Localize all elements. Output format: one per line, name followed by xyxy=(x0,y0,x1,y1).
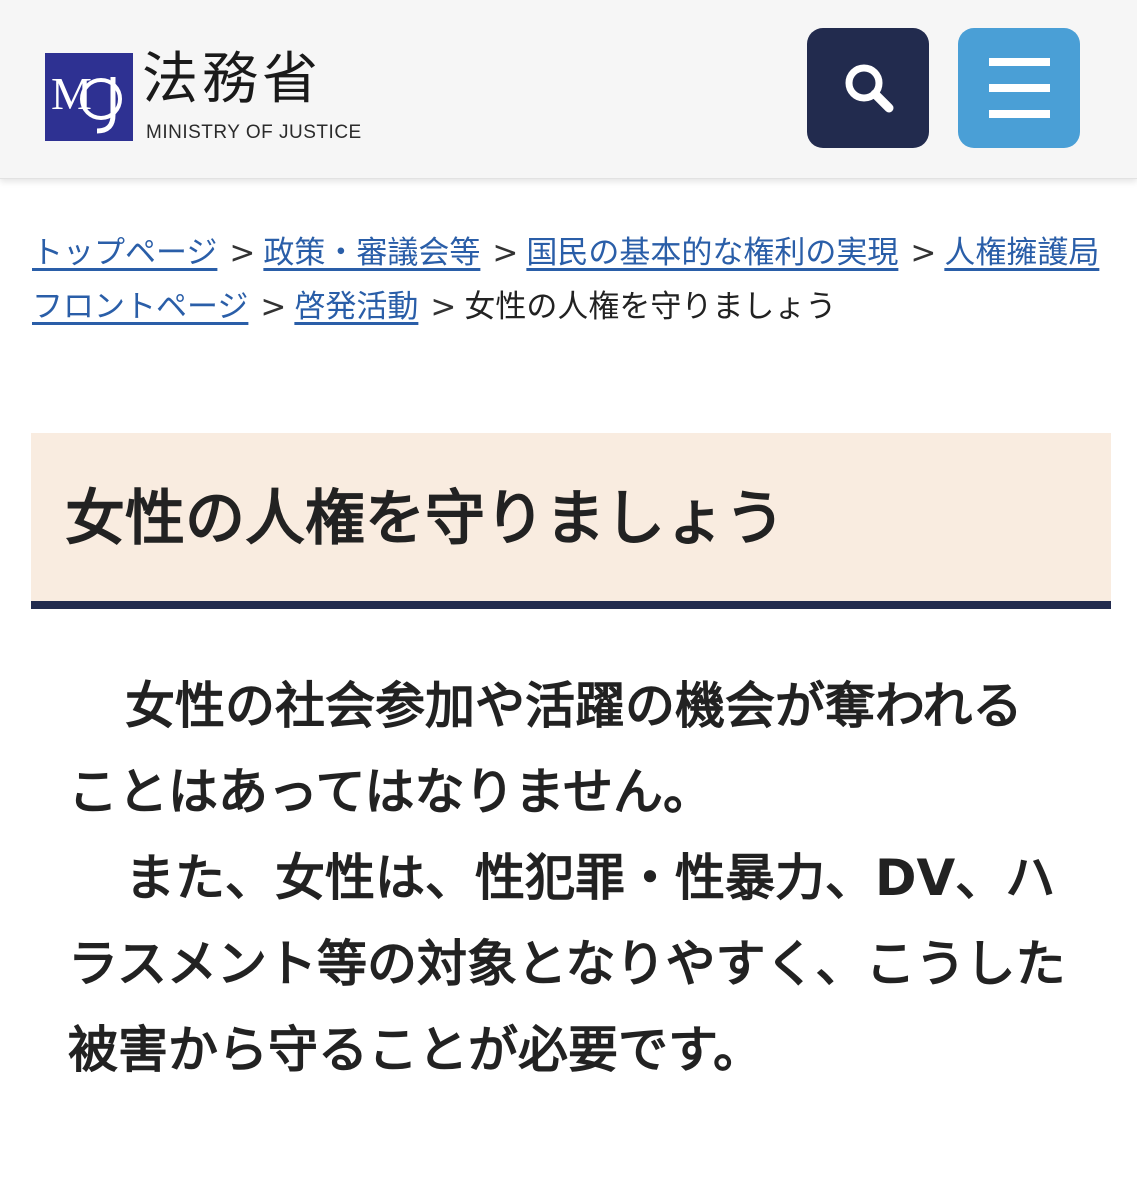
main-content: 女性の社会参加や活躍の機会が奪われることはあってはなりません。 また、女性は、性… xyxy=(68,663,1068,1093)
breadcrumb-link-top[interactable]: トップページ xyxy=(32,235,217,271)
page-title: 女性の人権を守りましょう xyxy=(65,484,785,554)
paragraph: 女性の社会参加や活躍の機会が奪われることはあってはなりません。 xyxy=(68,677,1023,821)
logo-subtitle: MINISTRY OF JUSTICE xyxy=(146,122,362,143)
moj-logo-icon: M xyxy=(45,53,133,141)
logo-title[interactable]: 法務省 xyxy=(142,48,322,112)
breadcrumb-separator: > xyxy=(229,235,256,271)
breadcrumb-link-rights[interactable]: 国民の基本的な権利の実現 xyxy=(526,235,898,271)
breadcrumb-link-policy[interactable]: 政策・審議会等 xyxy=(263,235,480,271)
moj-logo-mark[interactable]: M xyxy=(45,53,133,141)
hamburger-menu-icon xyxy=(989,58,1050,118)
breadcrumb-link-awareness[interactable]: 啓発活動 xyxy=(294,289,418,325)
search-button[interactable] xyxy=(807,28,929,148)
breadcrumb-separator: > xyxy=(910,235,937,271)
search-icon xyxy=(845,64,894,113)
site-header: M 法務省 MINISTRY OF JUSTICE xyxy=(0,0,1137,179)
paragraph: また、女性は、性犯罪・性暴力、DV、ハラスメント等の対象となりやすく、こうした被… xyxy=(68,849,1066,1079)
breadcrumb-current: 女性の人権を守りましょう xyxy=(464,289,837,325)
breadcrumb-separator: > xyxy=(492,235,519,271)
breadcrumb-separator: > xyxy=(430,289,457,325)
breadcrumb: トップページ > 政策・審議会等 > 国民の基本的な権利の実現 > 人権擁護局フロントページ… xyxy=(32,226,1112,334)
breadcrumb-separator: > xyxy=(260,289,287,325)
menu-button[interactable] xyxy=(958,28,1080,148)
page-title-box: 女性の人権を守りましょう xyxy=(31,433,1111,609)
